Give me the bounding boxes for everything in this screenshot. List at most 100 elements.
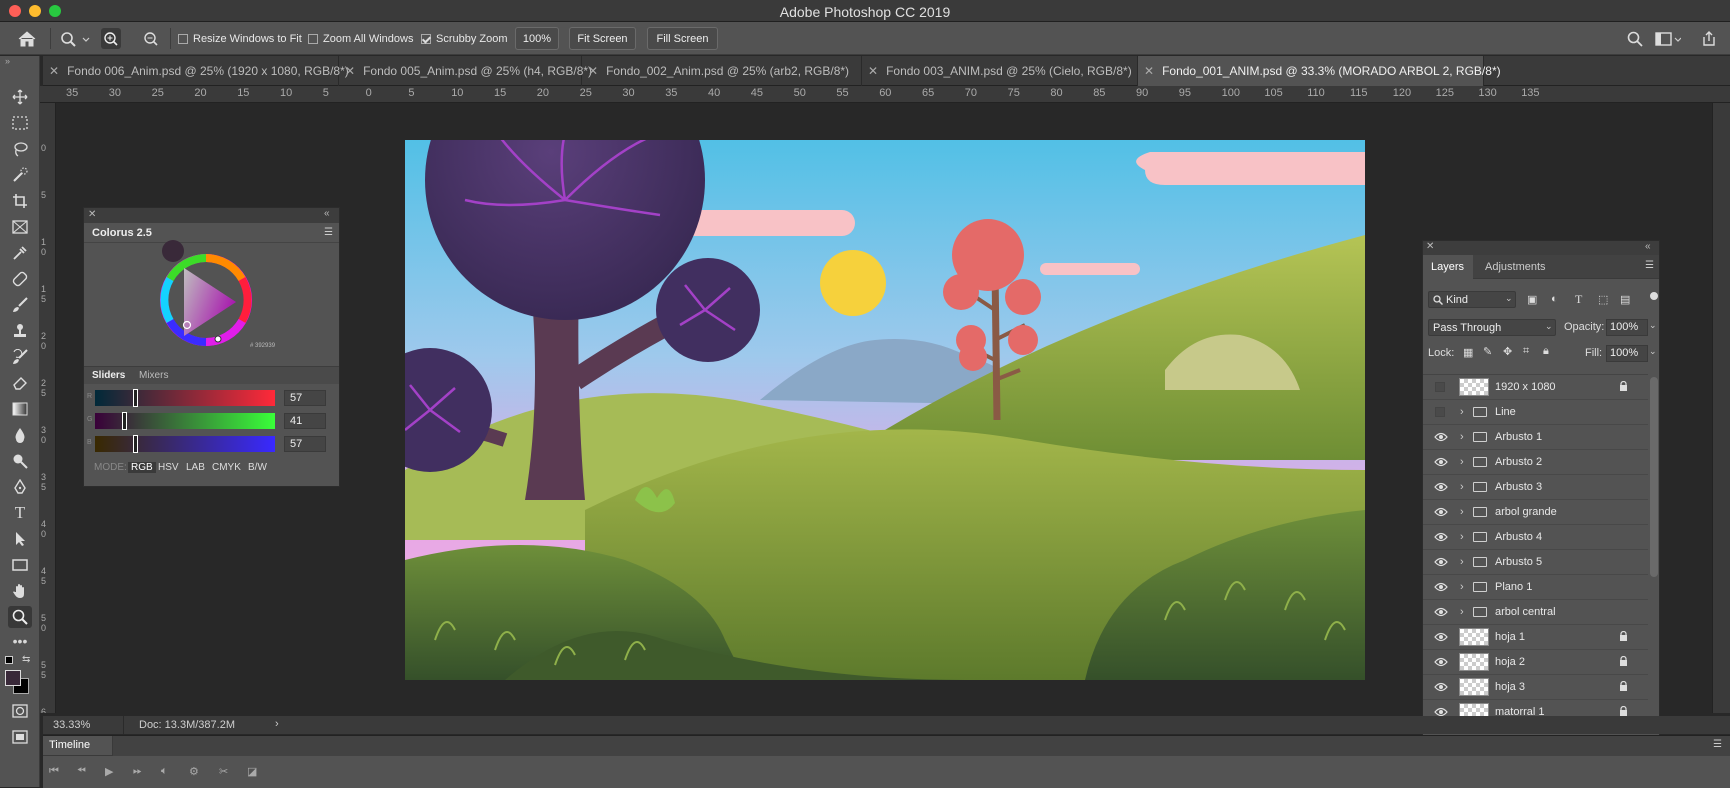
visibility-eye-icon[interactable] <box>1434 607 1448 617</box>
pen-tool-icon[interactable] <box>8 476 32 498</box>
layer-row[interactable]: › Line <box>1423 400 1648 425</box>
layer-row[interactable]: hoja 2 <box>1423 650 1648 675</box>
go-to-first-frame-icon[interactable]: ⏮︎ <box>49 765 59 778</box>
split-clip-icon[interactable]: ✂︎ <box>219 765 228 778</box>
collapse-panel-icon[interactable]: « <box>324 208 330 219</box>
visibility-eye-icon[interactable] <box>1434 457 1448 467</box>
timeline-title[interactable]: Timeline <box>49 739 90 751</box>
visibility-eye-icon[interactable] <box>1434 432 1448 442</box>
rectangle-tool-icon[interactable] <box>8 554 32 576</box>
eraser-tool-icon[interactable] <box>8 372 32 394</box>
hand-tool-icon[interactable] <box>8 580 32 602</box>
visibility-eye-icon[interactable] <box>1434 532 1448 542</box>
brush-tool-icon[interactable] <box>8 294 32 316</box>
panel-menu-icon[interactable]: ☰ <box>1645 260 1654 271</box>
eyedropper-tool-icon[interactable] <box>8 242 32 264</box>
layer-row[interactable]: › Plano 1 <box>1423 575 1648 600</box>
expand-chevron-icon[interactable]: › <box>1460 406 1464 418</box>
more-tools-icon[interactable]: ••• <box>8 630 32 652</box>
filter-smart-object-icon[interactable]: ▤ <box>1620 293 1630 306</box>
type-tool-icon[interactable]: T <box>8 502 32 524</box>
layer-row[interactable]: › Arbusto 4 <box>1423 525 1648 550</box>
red-slider-handle[interactable] <box>132 389 138 407</box>
opacity-input[interactable]: 100% <box>1606 319 1648 336</box>
panel-menu-icon[interactable]: ☰ <box>1713 739 1722 750</box>
visibility-eye-icon[interactable] <box>1434 657 1448 667</box>
lasso-tool-icon[interactable] <box>8 138 32 160</box>
blue-value-input[interactable]: 57 <box>284 436 326 452</box>
layer-row[interactable]: › arbol central <box>1423 600 1648 625</box>
marquee-tool-icon[interactable] <box>8 112 32 134</box>
status-menu-arrow-icon[interactable]: › <box>275 718 279 730</box>
expand-chevron-icon[interactable]: › <box>1460 506 1464 518</box>
move-tool-icon[interactable] <box>8 86 32 108</box>
layer-row[interactable]: hoja 3 <box>1423 675 1648 700</box>
expand-chevron-icon[interactable]: › <box>1460 581 1464 593</box>
expand-chevron-icon[interactable]: › <box>1460 556 1464 568</box>
mode-rgb-button[interactable]: RGB <box>128 462 156 473</box>
layer-row[interactable]: › Arbusto 2 <box>1423 450 1648 475</box>
workspace-icon[interactable] <box>1655 22 1681 55</box>
expand-chevron-icon[interactable]: › <box>1460 531 1464 543</box>
chevron-down-icon[interactable]: ⌄ <box>1649 320 1657 331</box>
scrubby-zoom-checkbox[interactable]: Scrubby Zoom <box>421 22 508 55</box>
fill-screen-button[interactable]: Fill Screen <box>647 27 718 50</box>
expand-chevron-icon[interactable]: › <box>1460 456 1464 468</box>
clone-stamp-tool-icon[interactable] <box>8 320 32 342</box>
tab-sliders[interactable]: Sliders <box>92 370 125 381</box>
collapse-panel-icon[interactable]: « <box>1645 241 1651 252</box>
zoom-tool-icon[interactable] <box>8 606 32 628</box>
visibility-eye-icon[interactable] <box>1434 507 1448 517</box>
panel-menu-icon[interactable]: ☰ <box>324 227 333 238</box>
tab-fondo-005[interactable]: ✕ Fondo 005_Anim.psd @ 25% (h4, RGB/8*) <box>339 56 592 86</box>
panel-collapse-icon[interactable]: » <box>5 56 10 66</box>
filter-toggle[interactable] <box>1650 292 1658 300</box>
filter-pixel-icon[interactable]: ▣ <box>1527 293 1537 306</box>
close-tab-icon[interactable]: ✕ <box>588 64 598 78</box>
blue-slider-handle[interactable] <box>132 435 138 453</box>
transition-icon[interactable]: ◪ <box>247 765 257 778</box>
tab-layers[interactable]: Layers <box>1423 255 1473 279</box>
frame-tool-icon[interactable] <box>8 216 32 238</box>
swap-colors-icon[interactable]: ⇆ <box>22 654 30 665</box>
previous-frame-icon[interactable]: ⏪︎ <box>77 765 86 778</box>
foreground-color-swatch[interactable] <box>5 670 21 686</box>
layer-row[interactable]: hoja 1 <box>1423 625 1648 650</box>
tab-fondo-006[interactable]: ✕ Fondo 006_Anim.psd @ 25% (1920 x 1080, … <box>43 56 349 86</box>
red-slider-track[interactable] <box>95 390 275 406</box>
share-icon[interactable] <box>1700 22 1716 55</box>
tab-adjustments[interactable]: Adjustments <box>1485 255 1546 279</box>
zoom-tool-preset-icon[interactable] <box>60 22 90 55</box>
close-tab-icon[interactable]: ✕ <box>345 64 355 78</box>
screen-mode-icon[interactable] <box>8 726 32 748</box>
expand-chevron-icon[interactable]: › <box>1460 606 1464 618</box>
filter-shape-icon[interactable]: ⬚ <box>1598 293 1608 306</box>
lock-artboard-icon[interactable]: ⌗ <box>1523 345 1529 358</box>
path-selection-tool-icon[interactable] <box>8 528 32 550</box>
play-icon[interactable]: ▶︎ <box>105 765 113 778</box>
close-tab-icon[interactable]: ✕ <box>49 64 59 78</box>
visibility-eye-icon[interactable] <box>1434 632 1448 642</box>
tab-fondo-003[interactable]: ✕ Fondo 003_ANIM.psd @ 25% (Cielo, RGB/8*… <box>862 56 1138 86</box>
fill-input[interactable]: 100% <box>1606 345 1648 362</box>
next-frame-icon[interactable]: ⏩︎ <box>133 765 142 778</box>
visibility-eye-icon[interactable] <box>1434 682 1448 692</box>
lock-transparent-icon[interactable]: ▦ <box>1463 346 1473 359</box>
close-tab-icon[interactable]: ✕ <box>868 64 878 78</box>
mode-cmyk-button[interactable]: CMYK <box>212 462 241 473</box>
tab-fondo-002[interactable]: ✕ Fondo_002_Anim.psd @ 25% (arb2, RGB/8*) <box>582 56 862 86</box>
slider-g[interactable]: G 41 <box>84 412 339 430</box>
zoom-out-button[interactable] <box>141 28 161 49</box>
quick-mask-icon[interactable] <box>8 700 32 722</box>
gradient-tool-icon[interactable] <box>8 398 32 420</box>
visibility-eye-icon[interactable] <box>1434 582 1448 592</box>
slider-r[interactable]: R 57 <box>84 389 339 407</box>
mode-hsv-button[interactable]: HSV <box>158 462 179 473</box>
color-wheel[interactable] <box>156 250 256 350</box>
resize-windows-checkbox[interactable]: Resize Windows to Fit <box>178 22 302 55</box>
expand-chevron-icon[interactable]: › <box>1460 431 1464 443</box>
green-slider-handle[interactable] <box>121 412 127 430</box>
layer-row[interactable]: 1920 x 1080 <box>1423 375 1648 400</box>
lock-all-icon[interactable]: 🔒︎ <box>1543 345 1549 358</box>
blend-mode-select[interactable]: Pass Through ⌄ <box>1428 319 1556 336</box>
